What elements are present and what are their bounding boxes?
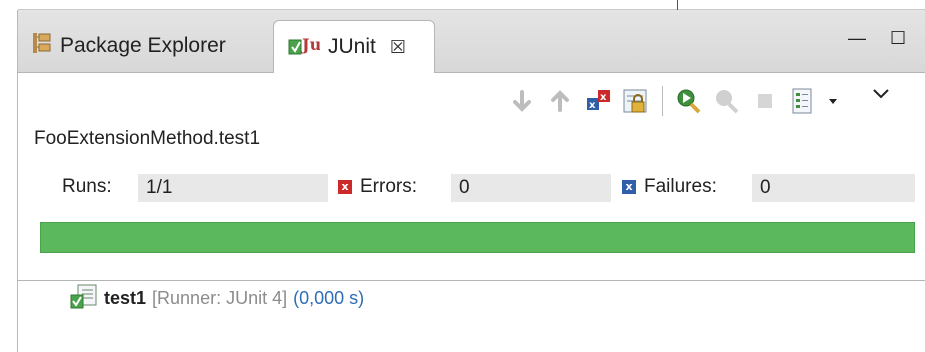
junit-icon: Ju [288,32,322,62]
errors-label-group: x Errors: [338,176,417,198]
rerun-test-icon[interactable] [675,87,703,115]
history-icon[interactable] [789,87,817,115]
junit-toolbar: x x [500,84,895,118]
toolbar-separator [662,86,663,116]
tab-label: Package Explorer [60,34,226,57]
maximize-icon[interactable]: ☐ [890,28,906,49]
test-name: test1 [104,287,147,308]
test-passed-icon [70,283,98,314]
tab-junit[interactable]: Ju JUnit ☒ [273,20,435,73]
errors-label: Errors: [360,176,417,197]
svg-text:x: x [600,92,607,103]
failures-label: Failures: [644,176,717,197]
test-title: FooExtensionMethod.test1 [34,128,261,149]
divider [18,280,925,281]
scroll-lock-icon[interactable] [622,87,650,115]
tab-label: JUnit [328,35,376,58]
previous-failure-icon[interactable] [546,87,574,115]
minimize-icon[interactable]: — [848,28,866,49]
sash-marker [677,0,678,10]
stop-icon[interactable] [751,87,779,115]
test-runner: [Runner: JUnit 4] [152,287,288,308]
failures-label-group: x Failures: [622,176,717,198]
error-icon: x [338,180,352,194]
runs-value: 1/1 [138,174,328,202]
svg-text:Ju: Ju [300,35,320,54]
tab-package-explorer[interactable]: Package Explorer [18,20,273,72]
test-progress-bar [40,222,915,253]
failures-value: 0 [752,174,915,202]
runs-label: Runs: [62,176,112,197]
package-explorer-icon [32,32,52,60]
test-stats: Runs: 1/1 x Errors: 0 x Failures: 0 [40,174,915,202]
test-time: (0,000 s) [293,287,365,308]
errors-value: 0 [451,174,611,202]
show-failures-only-icon[interactable]: x x [584,87,612,115]
close-icon[interactable]: ☒ [390,37,406,58]
view-tab-bar: Package Explorer Ju JUnit ☒ — ☐ [18,10,925,73]
chevron-down-icon[interactable] [827,87,839,115]
rerun-failed-first-icon[interactable] [713,87,741,115]
next-failure-icon[interactable] [508,87,536,115]
tree-item-test1[interactable]: test1 [Runner: JUnit 4] (0,000 s) [70,284,364,312]
svg-text:x: x [589,100,596,111]
failure-icon: x [622,180,636,194]
view-menu-icon[interactable] [867,80,895,108]
